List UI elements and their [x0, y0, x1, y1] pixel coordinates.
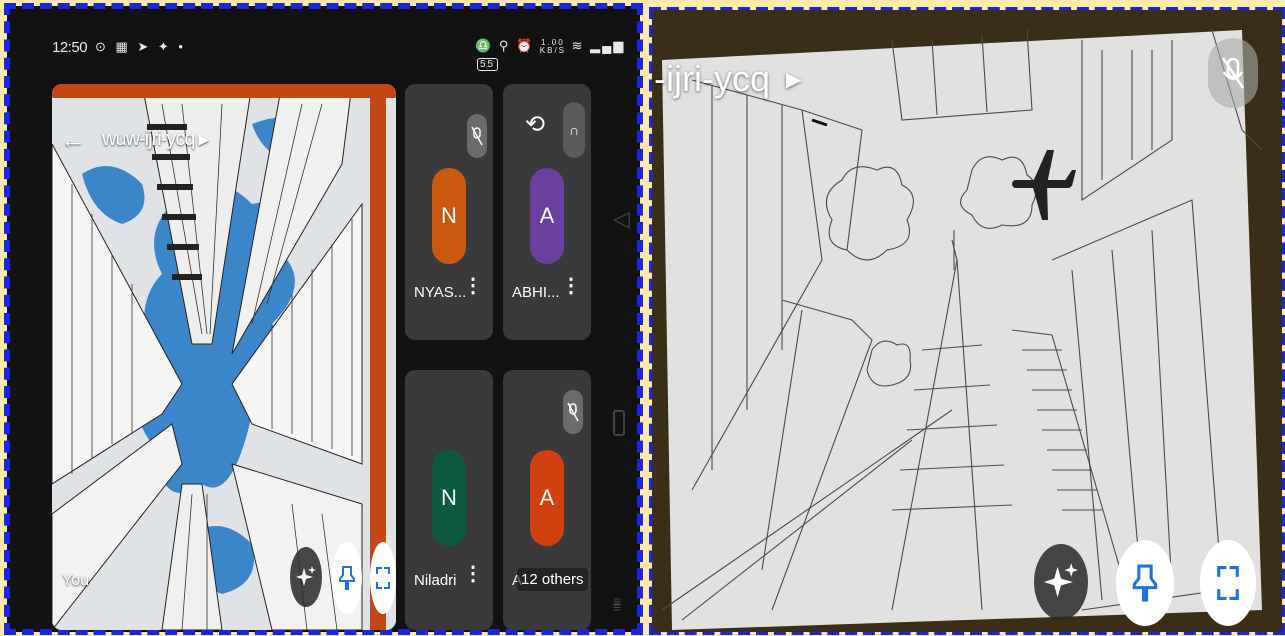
system-status-icons: ♎ ⚲ ⏰ 1.00 KB/S ≋ ▂▄▆ 55	[475, 38, 640, 71]
fullscreen-button-zoomed[interactable]	[1200, 540, 1256, 626]
back-nav-icon[interactable]: ◁	[613, 206, 630, 232]
chevron-right-icon[interactable]: ▶	[198, 131, 209, 148]
mic-off-icon	[563, 390, 583, 434]
alarm-icon: ⏰	[515, 38, 535, 53]
chevron-right-icon[interactable]: ▶	[786, 67, 801, 92]
more-options-icon[interactable]: ⋮	[463, 564, 483, 584]
participant-tile[interactable]: A A 12 others	[503, 370, 591, 630]
meeting-code-title[interactable]: wuw-ijri-ycq	[102, 128, 195, 151]
home-nav-icon[interactable]	[613, 410, 625, 436]
effects-button[interactable]	[290, 547, 322, 607]
main-video-tile[interactable]: ← wuw-ijri-ycq ▶ You	[52, 84, 396, 630]
frame-edge-top	[52, 84, 396, 98]
sparkle-icon	[296, 566, 316, 586]
pin-icon	[339, 566, 355, 590]
right-screenshot-panel: -ijri-ycq ▶	[649, 7, 1285, 635]
more-options-icon[interactable]: ⋮	[463, 276, 483, 296]
avatar-initial: A	[539, 203, 555, 228]
hotspot-icon: ⚲	[498, 38, 511, 53]
participant-avatar: N	[432, 450, 466, 546]
mic-off-icon	[1221, 57, 1245, 89]
meeting-header: ← wuw-ijri-ycq ▶	[60, 124, 209, 155]
network-speed: 1.00 KB/S	[539, 38, 567, 55]
others-count-label[interactable]: 12 others	[517, 568, 588, 591]
battery-icon: 55	[477, 57, 499, 71]
participant-tile[interactable]: ⟲ ∩ A ABHI... ⋮	[503, 84, 591, 340]
left-screenshot-panel: 12:50 ⊙ ▦ ➤ ✦ • ♎ ⚲ ⏰ 1.00 KB/S ≋ ▂▄▆ 55	[4, 3, 643, 635]
back-arrow-icon[interactable]: ←	[60, 124, 86, 155]
notification-icons: ⊙ ▦ ➤ ✦ •	[95, 39, 186, 54]
pencil-sketch-video	[652, 10, 1282, 632]
signal-icon: ▂▄▆	[590, 38, 626, 53]
network-speed-unit: KB/S	[539, 45, 567, 55]
fullscreen-corners-icon	[1217, 566, 1239, 600]
participant-tile[interactable]: N Niladri ⋮	[405, 370, 493, 630]
participant-avatar: A	[530, 450, 564, 546]
participant-avatar: A	[530, 168, 564, 264]
sparkle-icon	[1044, 563, 1078, 598]
more-options-icon[interactable]: ⋮	[561, 276, 581, 296]
avatar-initial: N	[441, 203, 457, 228]
mic-off-badge	[1208, 38, 1258, 108]
device-nav-bar: ◁ ≡ ≡	[605, 186, 635, 614]
pin-button[interactable]	[332, 542, 362, 614]
headset-status-icon: ♎	[475, 38, 494, 53]
fullscreen-corners-icon	[376, 567, 390, 589]
status-bar: 12:50 ⊙ ▦ ➤ ✦ • ♎ ⚲ ⏰ 1.00 KB/S ≋ ▂▄▆ 55	[7, 6, 640, 86]
recents-nav-icon[interactable]: ≡ ≡	[613, 594, 621, 614]
status-time: 12:50	[52, 39, 88, 56]
wifi-icon: ≋	[571, 38, 585, 53]
effects-button-zoomed[interactable]	[1034, 544, 1088, 620]
participant-tile[interactable]: N NYAS... ⋮	[405, 84, 493, 340]
pin-button-zoomed[interactable]	[1116, 540, 1174, 626]
mic-off-icon	[467, 114, 487, 158]
meeting-header-zoomed: -ijri-ycq ▶	[654, 58, 801, 100]
headphones-icon[interactable]: ∩	[563, 102, 585, 158]
self-tile-label: You	[62, 572, 89, 589]
participant-avatar: N	[432, 168, 466, 264]
meeting-code-title-zoomed[interactable]: -ijri-ycq	[654, 58, 770, 100]
fullscreen-button[interactable]	[370, 542, 396, 614]
pin-icon	[1132, 564, 1158, 602]
switch-camera-icon[interactable]: ⟲	[525, 110, 545, 139]
participant-name: Niladri	[414, 572, 457, 589]
participant-name: NYAS...	[414, 284, 467, 301]
participant-name: ABHI...	[512, 284, 560, 301]
avatar-initial: N	[441, 485, 457, 510]
avatar-initial: A	[539, 485, 555, 510]
